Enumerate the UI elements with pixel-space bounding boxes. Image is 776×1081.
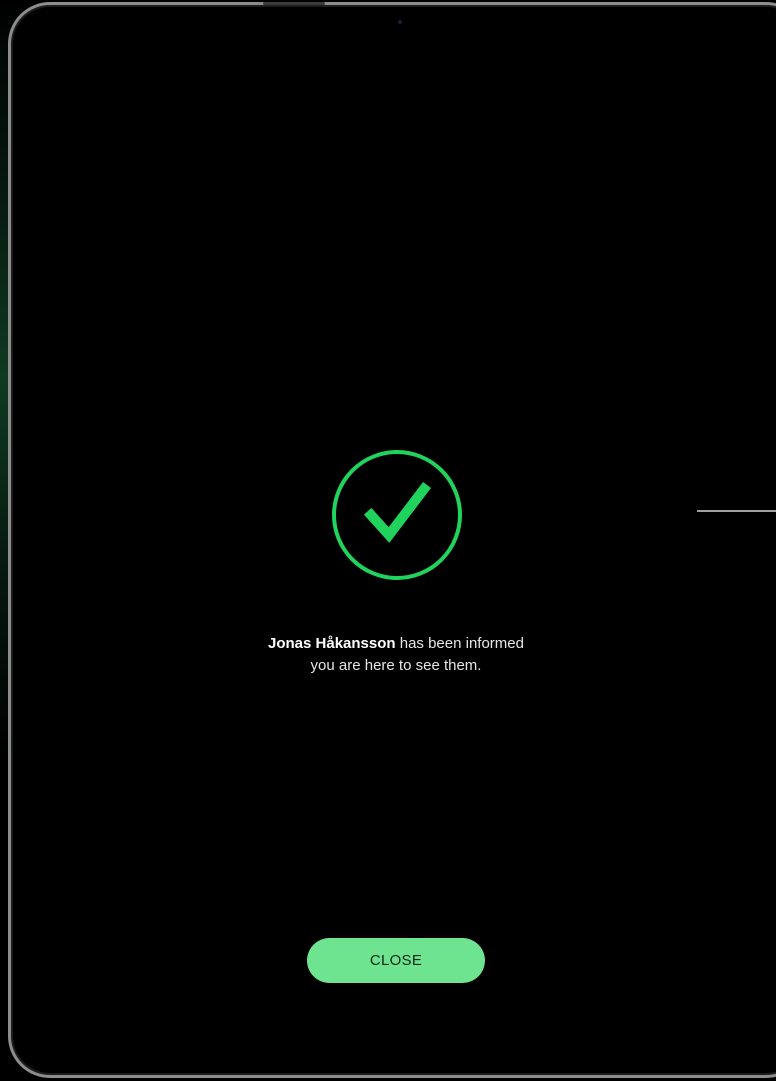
side-indicator-line (697, 510, 776, 512)
message-line-1-rest: has been informed (395, 635, 524, 652)
confirmation-message: Jonas Håkansson has been informed you ar… (170, 633, 622, 677)
close-button[interactable]: CLOSE (307, 938, 485, 983)
host-name: Jonas Håkansson (268, 635, 396, 652)
message-line-1: Jonas Håkansson has been informed (170, 633, 622, 655)
front-camera (398, 20, 402, 24)
message-line-2: you are here to see them. (310, 657, 482, 674)
top-hardware-button (263, 2, 325, 5)
checkmark-circle-icon (332, 450, 462, 580)
